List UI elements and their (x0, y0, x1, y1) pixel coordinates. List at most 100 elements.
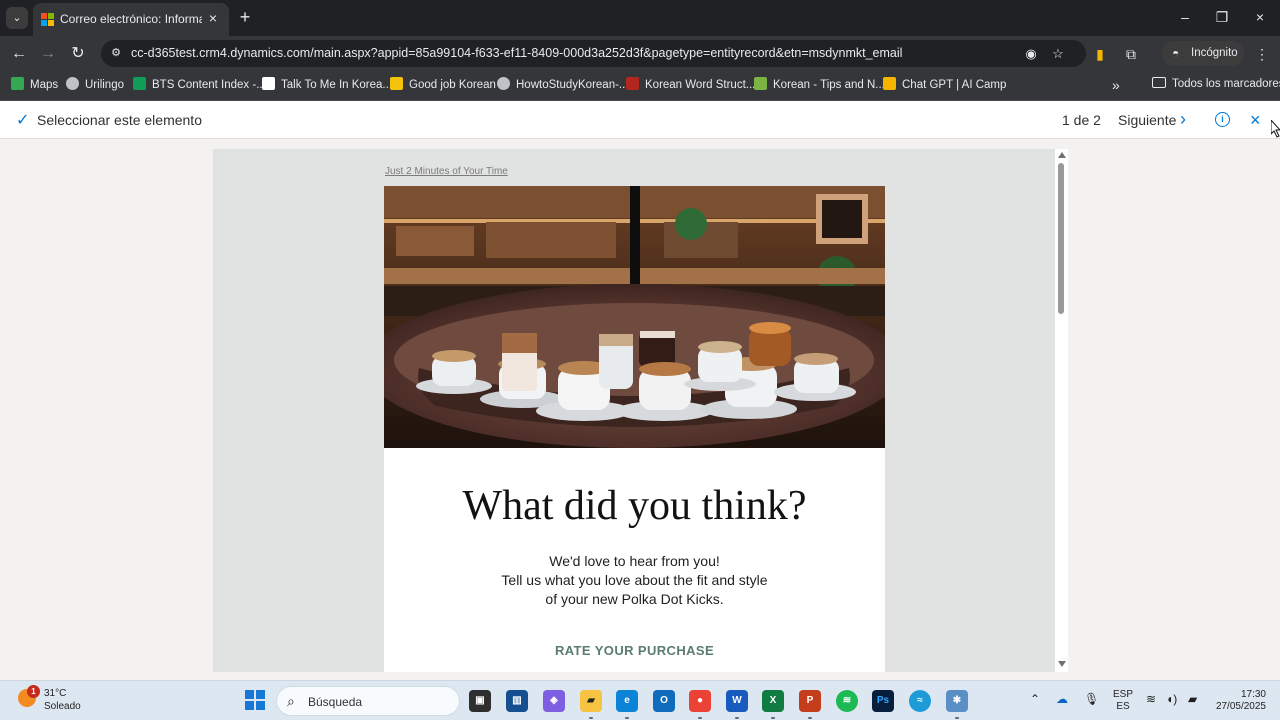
page-icon (262, 77, 275, 90)
bookmark-maps[interactable]: Maps (11, 77, 58, 94)
tracking-protection-icon[interactable]: ◉ (1022, 45, 1040, 63)
tab-search-icon[interactable]: ⌄ (6, 7, 28, 29)
address-bar[interactable]: ⚙ cc-d365test.crm4.dynamics.com/main.asp… (101, 40, 1086, 67)
close-tab-icon[interactable]: × (205, 10, 221, 26)
reload-icon[interactable]: ↻ (66, 42, 90, 66)
running-indicator (625, 717, 629, 719)
search-icon: ⌕ (287, 693, 295, 709)
email-body-line: Tell us what you love about the fit and … (501, 572, 768, 588)
bookmark-korean-word-structure[interactable]: Korean Word Struct... (626, 77, 755, 94)
windows-start-icon[interactable] (245, 690, 265, 710)
preview-scrollbar[interactable] (1055, 149, 1068, 672)
keyboard-layout: ES (1116, 701, 1130, 712)
all-bookmarks-folder[interactable]: Todos los marcadores (1152, 77, 1280, 90)
checkmark-icon: ✓ (16, 112, 30, 129)
extension-pin-icon[interactable]: ▮ (1089, 43, 1111, 65)
bookmark-chat-gpt-ai-camp[interactable]: Chat GPT | AI Camp (883, 77, 1006, 94)
taskbar-search-box[interactable]: ⌕ Búsqueda (276, 686, 460, 716)
edge-icon[interactable]: e (616, 690, 638, 719)
weather-temperature[interactable]: 31°C (44, 688, 66, 699)
coffee-cafe-hero-image (384, 186, 885, 448)
copilot-icon[interactable]: ◈ (543, 690, 565, 712)
scroll-thumb[interactable] (1058, 163, 1064, 314)
email-headline: What did you think? (462, 483, 807, 529)
powerpoint-icon[interactable]: P (799, 690, 821, 719)
bookmarks-overflow-icon[interactable]: » (1112, 77, 1120, 93)
photoshop-icon[interactable]: Ps (872, 690, 894, 712)
browser-menu-icon[interactable]: ⋮ (1251, 43, 1273, 65)
minimize-window-icon[interactable]: – (1170, 5, 1200, 29)
battery-icon[interactable]: ▰ (1188, 692, 1197, 706)
windows-taskbar: 1 31°C Soleado ⌕ Búsqueda ▣ ▥ ◈ ▰ e O ● … (0, 680, 1280, 720)
browser-tab-strip: ⌄ Correo electrónico: Información × + – … (0, 0, 1280, 36)
running-indicator (955, 717, 959, 719)
next-button[interactable]: Siguiente (1118, 112, 1176, 128)
running-indicator (735, 717, 739, 719)
extensions-icon[interactable]: ⧉ (1120, 43, 1142, 65)
incognito-profile-button[interactable]: ◓ Incógnito (1162, 41, 1244, 66)
volume-icon[interactable]: ◖) (1166, 692, 1177, 706)
language-indicator[interactable]: ESP ES (1113, 689, 1133, 713)
word-icon[interactable]: W (726, 690, 748, 719)
system-clock[interactable]: 17:30 27/05/2025 (1214, 689, 1266, 713)
task-view-icon[interactable]: ▣ (469, 690, 491, 712)
coffee-cafe-illustration (384, 186, 885, 448)
running-indicator (771, 717, 775, 719)
mouse-pointer-icon (1271, 120, 1280, 138)
bookmark-good-job-korean[interactable]: Good job Korean (390, 77, 496, 94)
email-body-line: of your new Polka Dot Kicks. (545, 591, 724, 607)
weather-condition[interactable]: Soleado (44, 701, 81, 712)
running-indicator (698, 717, 702, 719)
bookmark-star-icon[interactable]: ☆ (1049, 45, 1067, 63)
bookmark-urilingo[interactable]: Urilingo (66, 77, 124, 94)
folder-icon (1152, 77, 1166, 88)
excel-icon[interactable]: X (762, 690, 784, 719)
file-explorer-icon[interactable]: ▰ (580, 690, 602, 719)
new-tab-icon[interactable]: + (235, 7, 255, 27)
running-indicator (589, 717, 593, 719)
outlook-icon[interactable]: O (653, 690, 675, 712)
dynamics-app-icon[interactable]: ≈ (909, 690, 931, 712)
maps-icon (11, 77, 24, 90)
onedrive-icon[interactable]: ☁ (1056, 692, 1068, 706)
bookmark-bts-content-index[interactable]: BTS Content Index -... (133, 77, 266, 94)
bookmark-korean-tips[interactable]: Korean - Tips and N... (754, 77, 885, 94)
microphone-icon[interactable]: 🎙 (1084, 692, 1099, 706)
power-bi-icon[interactable]: ▥ (506, 690, 528, 712)
result-counter: 1 de 2 (1062, 112, 1101, 128)
globe-icon (497, 77, 510, 90)
url-text: cc-d365test.crm4.dynamics.com/main.aspx?… (131, 46, 903, 60)
select-element-button[interactable]: Seleccionar este elemento (37, 112, 202, 128)
close-selection-icon[interactable]: × (1250, 110, 1261, 131)
spotify-icon[interactable]: ≋ (836, 690, 858, 712)
site-info-icon[interactable]: ⚙ (109, 46, 123, 60)
scroll-up-icon[interactable] (1058, 152, 1066, 158)
microsoft-favicon-icon (41, 13, 54, 26)
chrome-icon[interactable]: ● (689, 690, 711, 719)
running-indicator (808, 717, 812, 719)
rate-purchase-button[interactable]: RATE YOUR PURCHASE (384, 643, 885, 658)
info-icon[interactable]: i (1215, 112, 1230, 127)
language-code: ESP (1113, 689, 1134, 700)
chevron-right-icon[interactable]: › (1180, 109, 1186, 130)
restore-window-icon[interactable]: ❐ (1207, 5, 1237, 29)
bookmark-talk-to-me-in-korean[interactable]: Talk To Me In Korea... (262, 77, 392, 94)
show-hidden-icons-icon[interactable]: ⌃ (1030, 692, 1040, 706)
scroll-down-icon[interactable] (1058, 661, 1066, 667)
bookmark-howtostudykorean[interactable]: HowtoStudyKorean-... (497, 77, 629, 94)
email-body-line: We'd love to hear from you! (549, 553, 720, 569)
settings-app-icon[interactable]: ✱ (946, 690, 968, 719)
weather-notification-badge: 1 (27, 685, 40, 698)
close-window-icon[interactable]: × (1245, 5, 1275, 29)
email-body-copy: We'd love to hear from you! Tell us what… (384, 552, 885, 609)
tab-title: Correo electrónico: Información (60, 12, 202, 26)
clock-time: 17:30 (1240, 689, 1266, 700)
email-preheader-link[interactable]: Just 2 Minutes of Your Time (385, 166, 508, 177)
active-browser-tab[interactable]: Correo electrónico: Información × (33, 3, 229, 36)
wifi-icon[interactable]: ≋ (1146, 692, 1156, 706)
ai-camp-icon (883, 77, 896, 90)
thumbs-up-icon (390, 77, 403, 90)
sheets-icon (133, 77, 146, 90)
forward-icon[interactable]: → (36, 42, 60, 66)
back-icon[interactable]: ← (7, 42, 31, 66)
